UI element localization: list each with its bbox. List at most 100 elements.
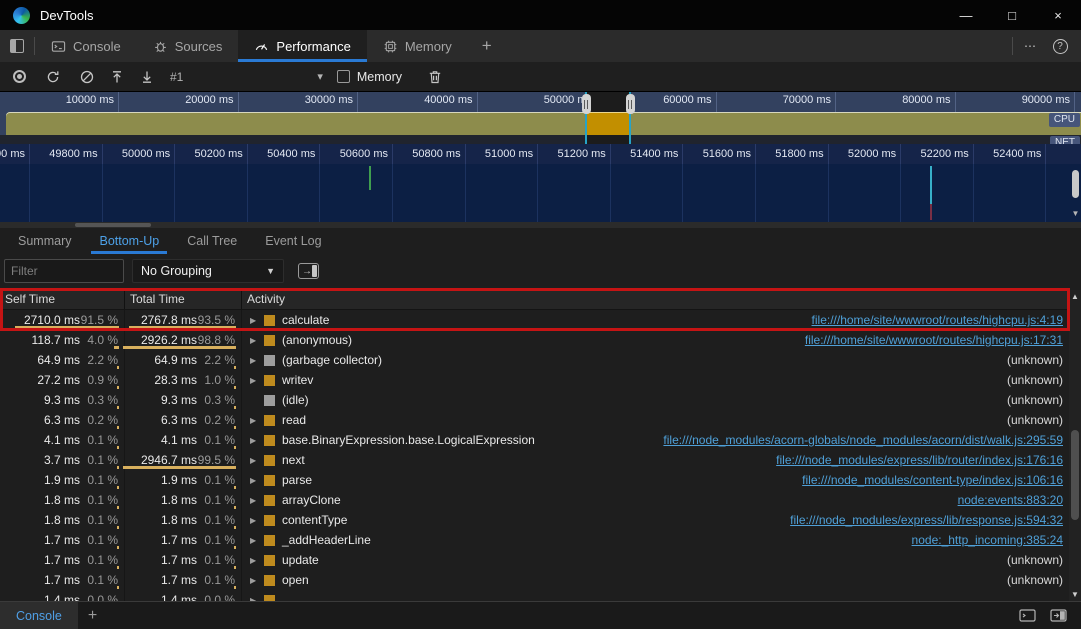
minimize-button[interactable]: — xyxy=(943,0,989,30)
activity-source-link[interactable]: file:///node_modules/acorn-globals/node_… xyxy=(663,433,1069,447)
table-row[interactable]: 1.4 ms 0.0 % 1.4 ms 0.0 % ▶ xyxy=(0,590,1069,601)
expand-arrow-icon[interactable]: ▶ xyxy=(250,416,262,425)
filter-input[interactable] xyxy=(4,259,124,283)
scrollbar-thumb[interactable] xyxy=(1072,170,1079,198)
total-time-bar xyxy=(123,466,236,469)
tab-console[interactable]: Console xyxy=(35,30,137,62)
timeline-overview[interactable]: 10000 ms20000 ms30000 ms40000 ms50000 ms… xyxy=(0,92,1081,144)
scroll-down-arrow[interactable]: ▼ xyxy=(1070,209,1081,218)
table-row[interactable]: 9.3 ms 0.3 % 9.3 ms 0.3 % ▶ (idle) (unkn… xyxy=(0,390,1069,410)
total-time-value: 64.9 ms xyxy=(154,353,197,367)
table-row[interactable]: 4.1 ms 0.1 % 4.1 ms 0.1 % ▶ base.BinaryE… xyxy=(0,430,1069,450)
scroll-up-arrow[interactable]: ▲ xyxy=(1069,292,1081,301)
tab-bottom-up[interactable]: Bottom-Up xyxy=(85,228,173,254)
column-header-total-time[interactable]: Total Time xyxy=(125,290,242,309)
self-time-value: 1.8 ms xyxy=(44,513,80,527)
help-button[interactable]: ? xyxy=(1047,33,1073,59)
table-row[interactable]: 1.7 ms 0.1 % 1.7 ms 0.1 % ▶ open (unknow… xyxy=(0,570,1069,590)
activity-source-link[interactable]: file:///home/site/wwwroot/routes/highcpu… xyxy=(805,333,1069,347)
add-panel-button[interactable]: + xyxy=(468,30,506,62)
tab-memory[interactable]: Memory xyxy=(367,30,468,62)
grid-vertical-scrollbar[interactable]: ▲ ▼ xyxy=(1069,290,1081,601)
drawer-add-tab-button[interactable]: + xyxy=(88,607,97,625)
table-row[interactable]: 118.7 ms 4.0 % 2926.2 ms 98.8 % ▶ (anony… xyxy=(0,330,1069,350)
expand-arrow-icon[interactable]: ▶ xyxy=(250,456,262,465)
reload-and-record-button[interactable] xyxy=(38,63,68,91)
expand-arrow-icon[interactable]: ▶ xyxy=(250,316,262,325)
expand-arrow-icon[interactable]: ▶ xyxy=(250,336,262,345)
scrollbar-thumb[interactable] xyxy=(75,223,151,227)
table-row[interactable]: 64.9 ms 2.2 % 64.9 ms 2.2 % ▶ (garbage c… xyxy=(0,350,1069,370)
expand-arrow-icon[interactable]: ▶ xyxy=(250,536,262,545)
flame-vertical-scrollbar[interactable]: ▼ xyxy=(1070,166,1081,220)
total-time-bar xyxy=(129,326,236,329)
column-header-self-time[interactable]: Self Time xyxy=(0,290,125,309)
expand-arrow-icon[interactable]: ▶ xyxy=(250,376,262,385)
load-profile-button[interactable] xyxy=(102,63,132,91)
table-row[interactable]: 1.9 ms 0.1 % 1.9 ms 0.1 % ▶ parse file:/… xyxy=(0,470,1069,490)
tab-label: Console xyxy=(73,39,121,54)
total-time-value: 2767.8 ms xyxy=(141,313,197,327)
tab-summary[interactable]: Summary xyxy=(4,228,85,254)
expand-arrow-icon[interactable]: ▶ xyxy=(250,436,262,445)
total-time-cell: 1.7 ms 0.1 % xyxy=(125,570,242,590)
expand-arrow-icon[interactable]: ▶ xyxy=(250,496,262,505)
selection-right-handle[interactable] xyxy=(626,94,635,114)
expand-arrow-icon[interactable]: ▶ xyxy=(250,556,262,565)
inspect-tool-button[interactable] xyxy=(0,30,34,62)
activity-source-link[interactable]: file:///home/site/wwwroot/routes/highcpu… xyxy=(812,313,1069,327)
memory-checkbox-group[interactable]: Memory xyxy=(337,70,402,84)
tab-label: Performance xyxy=(276,39,350,54)
table-row[interactable]: 3.7 ms 0.1 % 2946.7 ms 99.5 % ▶ next fil… xyxy=(0,450,1069,470)
flame-chart[interactable]: ▼ xyxy=(0,164,1081,222)
expand-arrow-icon[interactable]: ▶ xyxy=(250,576,262,585)
quick-view-panel-icon[interactable] xyxy=(1050,608,1067,623)
clear-button[interactable] xyxy=(72,63,102,91)
heaviest-stack-button[interactable]: → xyxy=(298,263,319,279)
more-options-button[interactable]: ⋯ xyxy=(1017,33,1043,59)
grouping-dropdown[interactable]: No Grouping ▼ xyxy=(132,259,284,283)
table-row[interactable]: 2710.0 ms 91.5 % 2767.8 ms 93.5 % ▶ calc… xyxy=(0,310,1069,330)
activity-source-link[interactable]: node:events:883:20 xyxy=(958,493,1069,507)
tab-event-log[interactable]: Event Log xyxy=(251,228,335,254)
tab-sources[interactable]: Sources xyxy=(137,30,239,62)
scroll-down-arrow[interactable]: ▼ xyxy=(1069,590,1081,599)
drawer-tab-console[interactable]: Console xyxy=(0,602,78,629)
maximize-button[interactable]: □ xyxy=(989,0,1035,30)
close-button[interactable]: × xyxy=(1035,0,1081,30)
overview-selection-window[interactable] xyxy=(585,92,633,144)
flame-gridline xyxy=(29,164,30,222)
total-time-bar xyxy=(234,546,237,549)
expand-arrow-icon[interactable]: ▶ xyxy=(250,516,262,525)
self-time-cell: 1.9 ms 0.1 % xyxy=(0,470,125,490)
activity-source-link[interactable]: file:///node_modules/express/lib/respons… xyxy=(790,513,1069,527)
scrollbar-thumb[interactable] xyxy=(1071,430,1079,520)
save-profile-button[interactable] xyxy=(132,63,162,91)
filter-toolbar: No Grouping ▼ → xyxy=(0,254,1081,288)
column-header-activity[interactable]: Activity xyxy=(242,290,1069,309)
total-time-percent: 0.1 % xyxy=(197,433,241,447)
table-row[interactable]: 1.8 ms 0.1 % 1.8 ms 0.1 % ▶ contentType … xyxy=(0,510,1069,530)
table-row[interactable]: 6.3 ms 0.2 % 6.3 ms 0.2 % ▶ read (unknow… xyxy=(0,410,1069,430)
open-console-drawer-icon[interactable] xyxy=(1019,608,1036,623)
activity-source-link[interactable]: node:_http_incoming:385:24 xyxy=(912,533,1069,547)
record-button[interactable] xyxy=(4,63,34,91)
table-row[interactable]: 1.8 ms 0.1 % 1.8 ms 0.1 % ▶ arrayClone n… xyxy=(0,490,1069,510)
table-row[interactable]: 27.2 ms 0.9 % 28.3 ms 1.0 % ▶ writev (un… xyxy=(0,370,1069,390)
table-row[interactable]: 1.7 ms 0.1 % 1.7 ms 0.1 % ▶ _addHeaderLi… xyxy=(0,530,1069,550)
expand-arrow-icon[interactable]: ▶ xyxy=(250,476,262,485)
activity-cell: ▶ (garbage collector) (unknown) xyxy=(242,350,1069,370)
delete-recording-button[interactable] xyxy=(420,63,450,91)
activity-source-link[interactable]: file:///node_modules/content-type/index.… xyxy=(802,473,1069,487)
activity-source-link[interactable]: file:///node_modules/express/lib/router/… xyxy=(776,453,1069,467)
tab-performance[interactable]: Performance xyxy=(238,30,366,62)
activity-cell: ▶ (anonymous) file:///home/site/wwwroot/… xyxy=(242,330,1069,350)
table-row[interactable]: 1.7 ms 0.1 % 1.7 ms 0.1 % ▶ update (unkn… xyxy=(0,550,1069,570)
selection-left-handle[interactable] xyxy=(582,94,591,114)
memory-checkbox[interactable] xyxy=(337,70,350,83)
activity-name: (idle) xyxy=(282,393,309,407)
activity-name: _addHeaderLine xyxy=(282,533,371,547)
expand-arrow-icon[interactable]: ▶ xyxy=(250,356,262,365)
history-dropdown-caret[interactable]: ▾ xyxy=(317,70,323,83)
tab-call-tree[interactable]: Call Tree xyxy=(173,228,251,254)
